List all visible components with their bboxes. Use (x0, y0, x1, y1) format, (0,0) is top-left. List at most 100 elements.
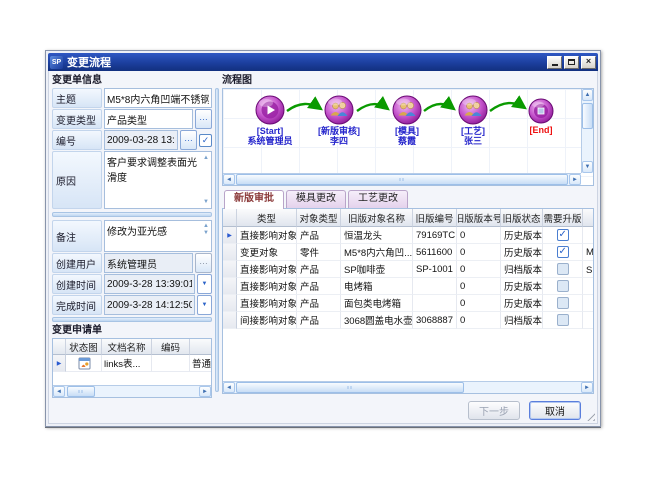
selector-column-header (53, 339, 66, 355)
upgrade-checkbox[interactable] (557, 280, 569, 292)
scroll-down-icon[interactable]: ▼ (582, 161, 593, 173)
subject-input[interactable] (104, 88, 212, 108)
scrollbar-thumb[interactable] (236, 174, 568, 185)
reason-textarea[interactable]: 客户要求调整表面光滑度 (104, 151, 212, 209)
new-name-cell (583, 295, 594, 312)
old-code-cell (413, 278, 457, 295)
table-row[interactable]: ▶ 变更对象 零件 M5*8内六角凹... 5611600 0 历史版本 M5*… (223, 244, 594, 261)
object-type-column[interactable]: 对象类型 (297, 209, 341, 227)
doc-name-column[interactable]: 文档名称 (102, 339, 152, 355)
upgrade-checkbox[interactable] (557, 263, 569, 275)
scroll-right-icon[interactable]: ► (569, 174, 581, 185)
maximize-button[interactable] (564, 56, 579, 69)
flow-hscrollbar[interactable]: ◄ ► (223, 173, 581, 185)
minimize-button[interactable] (547, 56, 562, 69)
type-cell: 间接影响对象 (237, 312, 297, 329)
scrollbar-thumb[interactable] (236, 382, 464, 393)
field-subject: 主题 (52, 88, 212, 108)
old-status-column[interactable]: 旧版状态 (501, 209, 543, 227)
status-image-column[interactable]: 状态图 (66, 339, 102, 355)
tab-mold-change[interactable]: 模具更改 (286, 190, 346, 208)
table-row[interactable]: ▶ 间接影响对象 产品 3068圆盖电水壶 3068887 0 归档版本 (223, 312, 594, 329)
upgrade-checkbox[interactable] (557, 229, 569, 241)
number-label: 编号 (52, 130, 102, 150)
tab-craft-change[interactable]: 工艺更改 (348, 190, 408, 208)
scroll-left-icon[interactable]: ◄ (223, 382, 235, 393)
scroll-up-icon[interactable]: ▲ (203, 155, 209, 161)
create-user-input[interactable] (104, 253, 193, 273)
flow-node-end[interactable]: [End] (499, 95, 583, 135)
finish-time-input[interactable] (104, 295, 195, 315)
type-cell: 直接影响对象 (237, 261, 297, 278)
cancel-button[interactable]: 取消 (529, 401, 581, 420)
close-button[interactable]: × (581, 56, 596, 69)
scrollbar-thumb[interactable] (582, 103, 593, 129)
field-change-type: 变更类型 … (52, 109, 212, 129)
scroll-up-icon[interactable]: ▲ (203, 223, 209, 229)
tab-strip: 新版审批 模具更改 工艺更改 (222, 189, 594, 208)
upgrade-column[interactable]: 需要升版 (543, 209, 583, 227)
new-name-cell (583, 312, 594, 329)
scrollbar-thumb[interactable] (67, 386, 95, 397)
number-input[interactable] (104, 130, 178, 150)
scroll-down-icon[interactable]: ▼ (203, 199, 209, 205)
tab-new-version-approval[interactable]: 新版审批 (224, 190, 284, 209)
old-code-column[interactable]: 旧版编号 (413, 209, 457, 227)
type-column[interactable]: 类型 (237, 209, 297, 227)
horizontal-splitter[interactable] (52, 212, 212, 217)
change-type-browse-button[interactable]: … (195, 109, 212, 129)
remarks-textarea[interactable]: 修改为亚光感 (104, 220, 212, 252)
table-row[interactable]: ▶ 直接影响对象 产品 电烤箱 0 历史版本 (223, 278, 594, 295)
approval-table-hscrollbar[interactable]: ◄ ► (223, 381, 593, 393)
old-version-column[interactable]: 旧版版本号 (457, 209, 501, 227)
object-type-cell: 产品 (297, 261, 341, 278)
number-checkbox[interactable]: ✓ (199, 134, 212, 147)
new-name-column[interactable]: 新版 (583, 209, 594, 227)
close-icon: × (586, 57, 591, 66)
maximize-icon (568, 59, 575, 65)
table-row[interactable]: ▶ 直接影响对象 产品 恒温龙头 79169TC 0 历史版本 (223, 227, 594, 244)
change-type-label: 变更类型 (52, 109, 102, 129)
upgrade-checkbox[interactable] (557, 297, 569, 309)
table-row[interactable]: ▶ 直接影响对象 产品 SP咖啡壶 SP-1001 0 归档版本 SP咖 (223, 261, 594, 278)
remarks-label: 备注 (52, 220, 102, 252)
request-table-row[interactable]: ▶ links表... 普通 (53, 355, 212, 372)
approval-table: 类型 对象类型 旧版对象名称 旧版编号 旧版版本号 旧版状态 需要升版 新版 ▶ (222, 208, 594, 394)
old-status-cell: 历史版本 (501, 295, 543, 312)
request-table-hscrollbar[interactable]: ◄ ► (53, 385, 211, 397)
upgrade-checkbox[interactable] (557, 314, 569, 326)
scroll-left-icon[interactable]: ◄ (223, 174, 235, 185)
approval-table-header: 类型 对象类型 旧版对象名称 旧版编号 旧版版本号 旧版状态 需要升版 新版 (223, 209, 594, 227)
number-browse-button[interactable]: … (180, 130, 197, 150)
reason-label: 原因 (52, 151, 102, 209)
create-user-browse-button[interactable]: … (195, 253, 212, 273)
request-list-header: 变更申请单 (52, 324, 212, 338)
create-time-dropdown-icon[interactable]: ▼ (197, 274, 212, 294)
create-time-input[interactable] (104, 274, 195, 294)
new-name-cell: M5*8 (583, 244, 594, 261)
old-version-cell: 0 (457, 278, 501, 295)
horizontal-splitter[interactable] (52, 317, 212, 322)
finish-time-dropdown-icon[interactable]: ▼ (197, 295, 212, 315)
table-row[interactable]: ▶ 直接影响对象 产品 面包类电烤箱 0 历史版本 (223, 295, 594, 312)
change-type-input[interactable] (104, 109, 193, 129)
scroll-up-icon[interactable]: ▲ (582, 89, 593, 101)
scroll-right-icon[interactable]: ► (199, 386, 211, 397)
dialog-footer: 下一步 取消 (49, 397, 597, 423)
resize-grip[interactable] (584, 410, 595, 421)
old-name-column[interactable]: 旧版对象名称 (341, 209, 413, 227)
code-column[interactable]: 编码 (152, 339, 190, 355)
flow-header: 流程图 (222, 74, 594, 88)
object-type-cell: 产品 (297, 227, 341, 244)
scroll-down-icon[interactable]: ▼ (203, 230, 209, 236)
old-version-cell: 0 (457, 261, 501, 278)
selected-row-icon: ▶ (57, 360, 62, 367)
titlebar[interactable]: SP 变更流程 × (48, 53, 598, 71)
vertical-splitter[interactable] (215, 88, 219, 392)
old-version-cell: 0 (457, 312, 501, 329)
next-button[interactable]: 下一步 (468, 401, 520, 420)
flow-vscrollbar[interactable]: ▲ ▼ (581, 89, 593, 173)
scroll-left-icon[interactable]: ◄ (53, 386, 65, 397)
upgrade-checkbox[interactable] (557, 246, 569, 258)
scroll-right-icon[interactable]: ► (581, 382, 593, 393)
